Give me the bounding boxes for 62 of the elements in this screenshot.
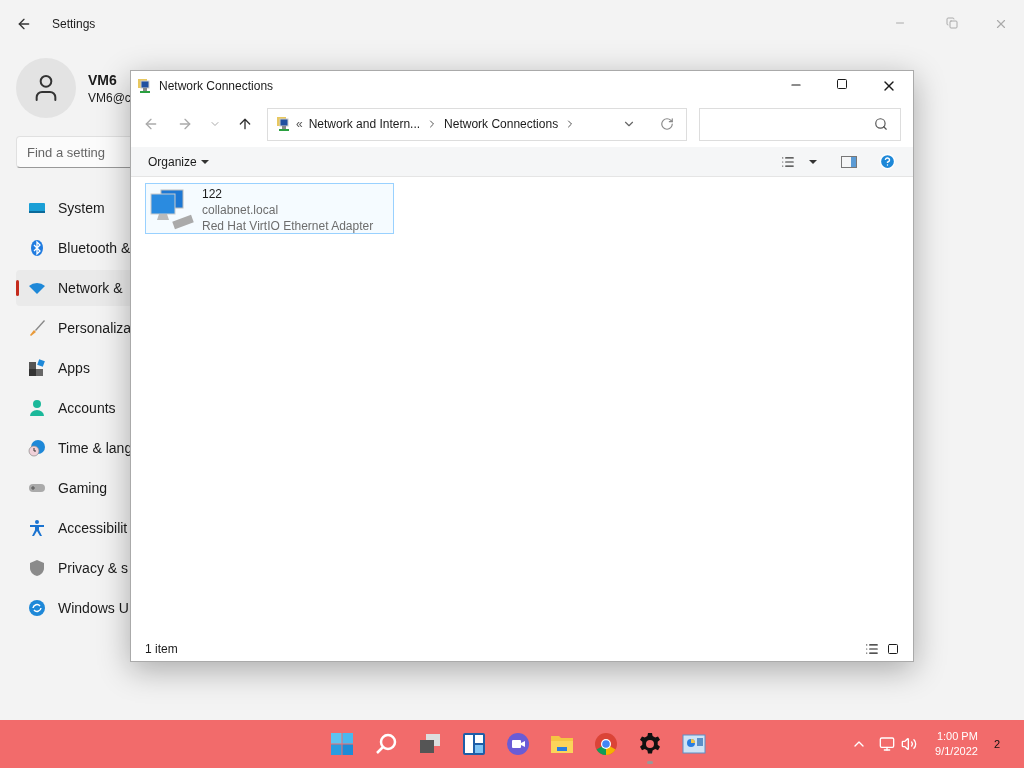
view-icon[interactable] (781, 154, 795, 169)
video-chat-icon[interactable] (506, 732, 530, 756)
notification-count[interactable]: 2 (993, 735, 1000, 753)
window-title: Settings (52, 16, 96, 32)
window-title: Network Connections (159, 78, 274, 94)
widgets-icon[interactable] (462, 732, 486, 756)
brush-icon (28, 319, 46, 337)
connection-item[interactable]: 122 collabnet.local Red Hat VirtIO Ethernet Adapter (145, 183, 394, 234)
nav-item[interactable]: Gaming (16, 470, 130, 506)
network-icon[interactable] (879, 736, 896, 752)
network-folder-icon (137, 78, 153, 94)
search-field[interactable]: Find a setting (16, 136, 130, 168)
refresh-icon[interactable] (660, 117, 674, 131)
large-icons-view-icon[interactable] (887, 643, 899, 655)
accessibility-icon (28, 519, 46, 537)
connection-name: 122 (202, 186, 224, 202)
nav-item[interactable]: Apps (16, 350, 130, 386)
preview-pane-icon[interactable] (841, 155, 857, 168)
adapter-name: Red Hat VirtIO Ethernet Adapter (202, 218, 374, 234)
forward-icon[interactable] (177, 116, 193, 132)
nav-item[interactable]: Windows U (16, 590, 130, 626)
shield-icon (28, 559, 46, 577)
apps-icon (28, 359, 46, 377)
network-folder-icon (276, 116, 292, 132)
nav-item[interactable]: System (16, 190, 130, 226)
running-indicator (647, 761, 653, 764)
caret-icon[interactable] (809, 159, 817, 164)
caret-icon (200, 159, 209, 164)
nav-item[interactable]: Privacy & s (16, 550, 130, 586)
user-name: VM6 (88, 71, 118, 90)
help-icon[interactable] (879, 153, 896, 170)
up-icon[interactable] (237, 116, 253, 132)
selection-indicator (16, 280, 19, 296)
bluetooth-icon (28, 239, 46, 257)
overflow-chevrons[interactable]: « (296, 116, 303, 132)
nav-item[interactable]: Accessibilit (16, 510, 130, 546)
gear-icon[interactable] (638, 732, 662, 756)
volume-icon[interactable] (901, 736, 918, 752)
control-panel-icon[interactable] (682, 732, 706, 756)
breadcrumb[interactable]: Network Connections (444, 116, 559, 132)
search-field[interactable] (699, 107, 901, 141)
browser-icon[interactable] (594, 732, 618, 756)
search-icon[interactable] (374, 732, 398, 756)
nav-item[interactable]: Accounts (16, 390, 130, 426)
person-icon (28, 399, 46, 417)
breadcrumb[interactable]: Network and Intern... (308, 116, 421, 132)
details-view-icon[interactable] (865, 642, 879, 656)
organize-button[interactable]: Organize (148, 153, 209, 170)
maximize-icon[interactable] (836, 78, 848, 90)
start-icon[interactable] (330, 732, 354, 756)
restore-icon[interactable] (946, 17, 958, 29)
nav-item[interactable]: Network & (16, 270, 130, 306)
network-name: collabnet.local (202, 202, 280, 218)
nav-item[interactable]: Bluetooth & (16, 230, 130, 266)
user-email: VM6@c (88, 90, 130, 106)
globe-clock-icon (28, 439, 46, 457)
task-view-icon[interactable] (418, 732, 442, 756)
back-icon[interactable] (16, 16, 32, 32)
update-icon (28, 599, 46, 617)
search-icon (874, 117, 888, 131)
status-text: 1 item (145, 641, 178, 657)
address-bar[interactable]: « Network and Intern... Network Connections (267, 107, 687, 141)
